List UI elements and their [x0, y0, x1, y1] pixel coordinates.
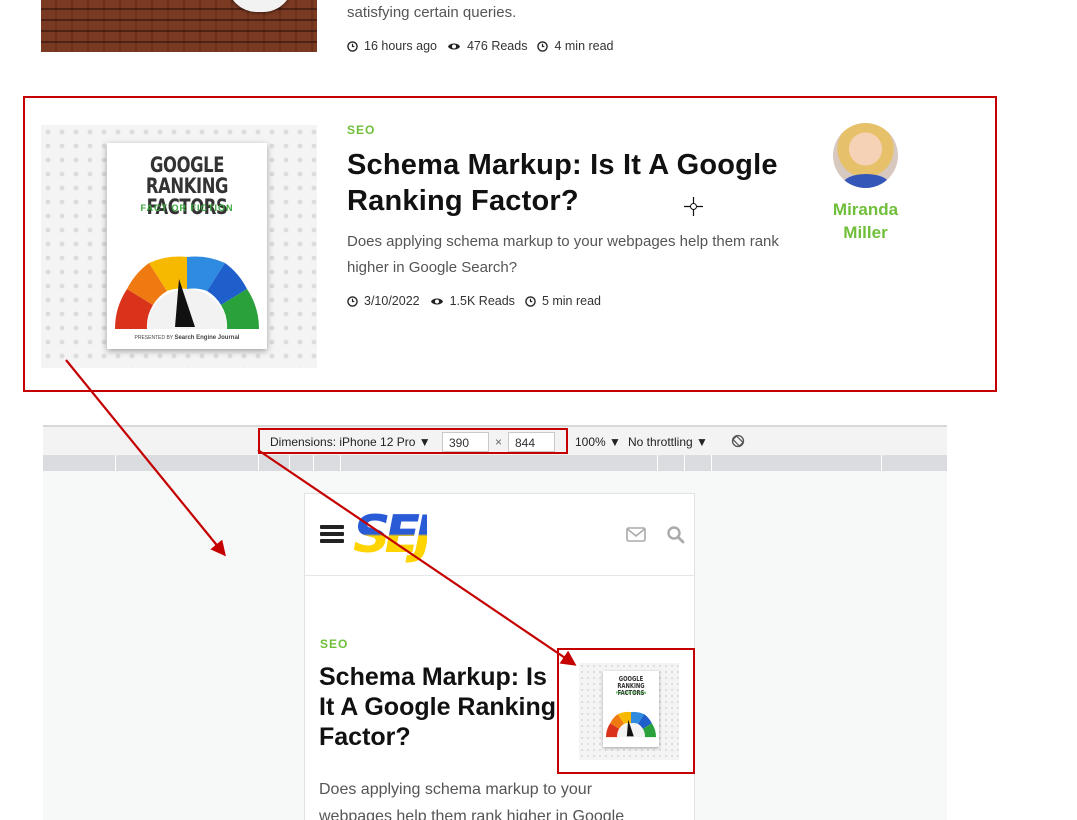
dimensions-highlight [258, 428, 568, 454]
clock-icon [537, 40, 549, 52]
previous-article-image[interactable] [41, 0, 317, 52]
sej-logo[interactable]: SEJ [353, 507, 433, 563]
mobile-article-title[interactable]: Schema Markup: Is It A Google Ranking Fa… [319, 662, 564, 752]
mobile-article-excerpt: Does applying schema markup to your webp… [319, 781, 625, 820]
search-icon[interactable] [666, 525, 685, 544]
article-card-highlight [23, 96, 997, 392]
previous-article-read-time: 4 min read [554, 39, 614, 53]
eye-icon [447, 43, 460, 49]
mail-icon[interactable] [626, 527, 646, 542]
device-toolbar-bar: Dimensions: iPhone 12 Pro ▼ 390 × 844 10… [43, 425, 947, 455]
zoom-select[interactable]: 100% ▼ [575, 435, 621, 449]
mobile-header: SEJ [305, 494, 694, 576]
rotate-icon[interactable] [731, 434, 745, 448]
previous-article-excerpt: satisfying certain queries. [347, 4, 517, 21]
throttling-select[interactable]: No throttling ▼ [628, 435, 708, 449]
mobile-article-category[interactable]: SEO [320, 637, 348, 651]
hamburger-menu-icon[interactable] [320, 525, 344, 543]
previous-article-time: 16 hours ago [364, 39, 437, 53]
previous-article-meta: 16 hours ago 476 Reads 4 min read [347, 39, 624, 53]
clock-icon [347, 40, 358, 52]
device-toolbar: Dimensions: iPhone 12 Pro ▼ 390 × 844 10… [43, 425, 947, 471]
media-query-ruler [43, 455, 947, 471]
previous-article-reads: 476 Reads [466, 39, 528, 53]
mobile-thumbnail-highlight [557, 648, 695, 774]
